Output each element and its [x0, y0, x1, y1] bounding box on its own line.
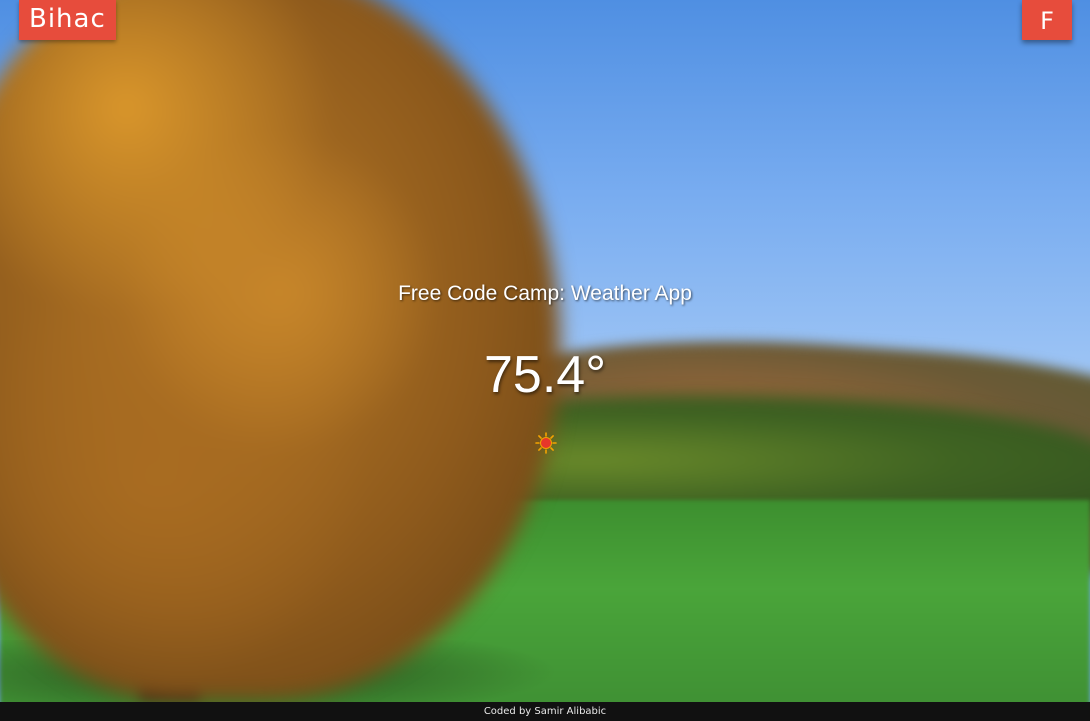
app-title: Free Code Camp: Weather App: [398, 282, 692, 305]
sun-icon: [535, 432, 557, 454]
unit-toggle-button[interactable]: F: [1022, 0, 1072, 40]
weather-app: Bihac F Free Code Camp: Weather App 75.4…: [0, 0, 1090, 721]
footer-credit: Coded by Samir Alibabic: [0, 702, 1090, 721]
temperature-value: 75.4°: [483, 346, 606, 404]
sun-icon-graphic: [535, 432, 557, 454]
city-badge: Bihac: [19, 0, 116, 40]
